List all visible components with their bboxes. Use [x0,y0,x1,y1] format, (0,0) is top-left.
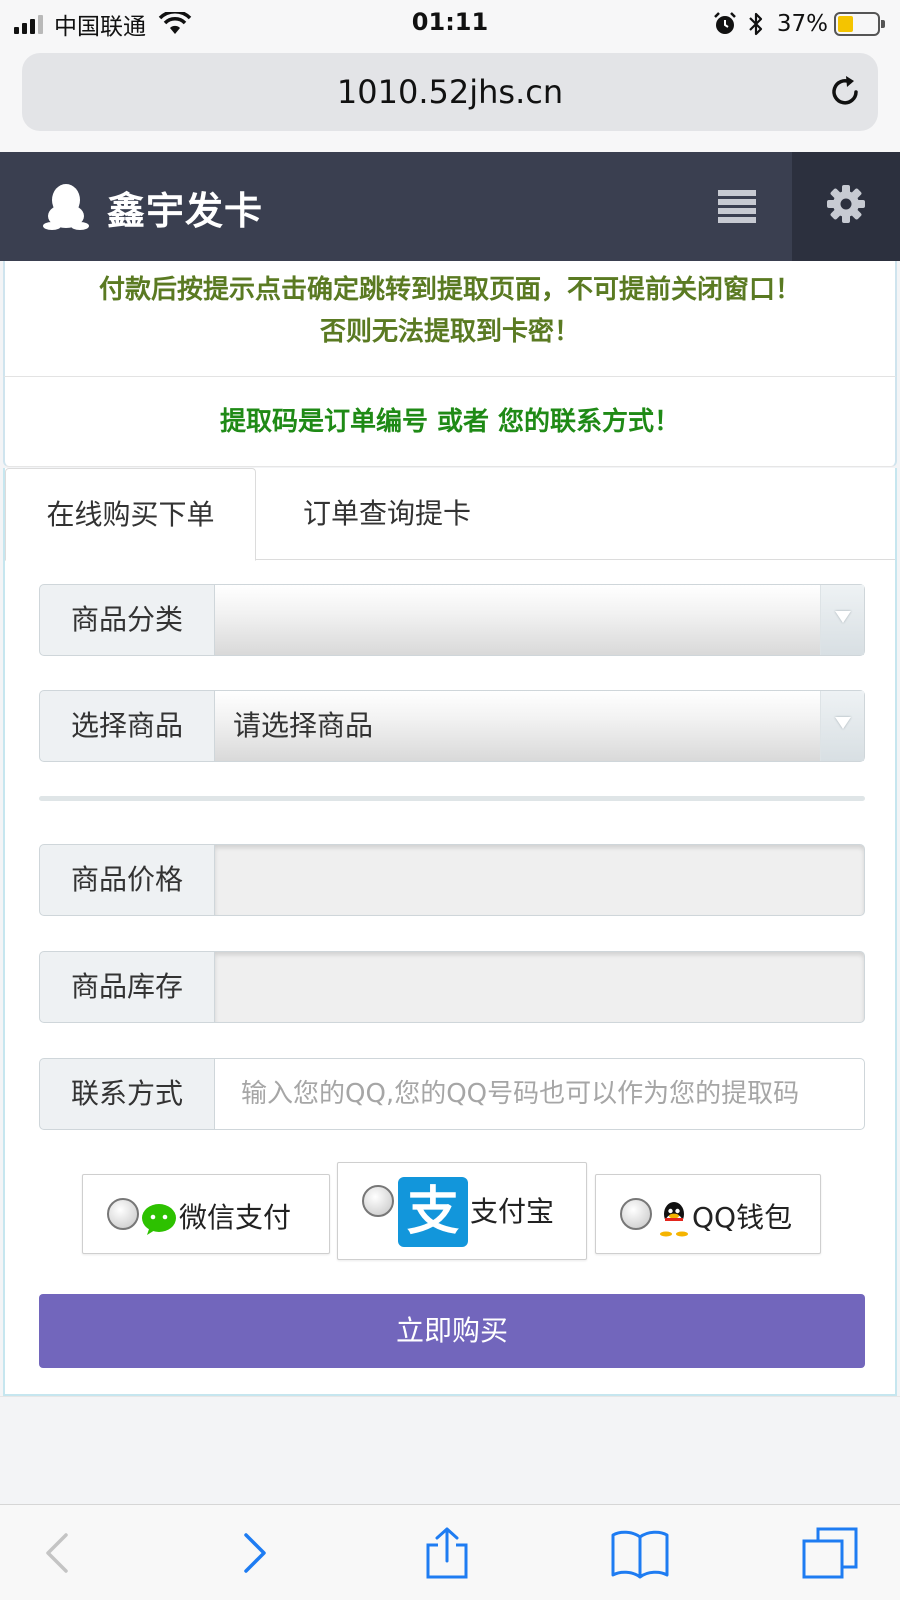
alipay-icon: 支 [398,1177,468,1247]
qq-wallet-radio[interactable] [620,1198,652,1230]
url-text: 1010.52jhs.cn [336,73,564,111]
qq-penguin-icon [660,1202,688,1237]
contact-row: 联系方式 [39,1058,865,1130]
product-select[interactable]: 请选择商品 [214,690,865,762]
category-row: 商品分类 [39,584,865,656]
site-header: 鑫宇发卡 [0,152,900,261]
qq-wallet-label: QQ钱包 [692,1201,793,1234]
share-icon[interactable] [422,1527,472,1579]
tab-bar: 在线购买下单 订单查询提卡 [5,468,895,561]
contact-input[interactable] [215,1059,864,1129]
contact-field-wrapper [214,1058,865,1130]
extract-code-notice: 提取码是订单编号 或者 您的联系方式！ [3,377,897,467]
battery-icon [834,12,886,36]
price-field [214,844,865,916]
wechat-pay-label: 微信支付 [179,1201,292,1234]
buy-now-button[interactable]: 立即购买 [39,1294,865,1368]
gear-icon [827,185,865,223]
alipay-label: 支付宝 [470,1195,555,1228]
price-label: 商品价格 [39,844,215,916]
payment-notice: 付款后按提示点击确定跳转到提取页面，不可提前关闭窗口！ 否则无法提取到卡密！ [3,261,897,377]
site-brand: 鑫宇发卡 [107,189,264,233]
chevron-down-icon [820,691,864,761]
bluetooth-icon [749,12,762,36]
qq-penguin-logo-icon [43,184,89,230]
wechat-pay-option[interactable]: 微信支付 [82,1174,330,1254]
category-label: 商品分类 [39,584,215,656]
back-arrow-icon[interactable] [42,1527,72,1579]
battery-percent: 37% [776,11,828,37]
stock-row: 商品库存 [39,951,865,1023]
wechat-icon [142,1204,176,1235]
browser-address-area: 1010.52jhs.cn [0,48,900,152]
payment-notice-line2: 否则无法提取到卡密！ [319,317,580,347]
category-select[interactable] [214,584,865,656]
reload-icon[interactable] [826,73,864,111]
tabs-icon[interactable] [802,1527,858,1579]
alarm-icon [713,12,736,34]
browser-toolbar [0,1504,900,1600]
tab-order-query[interactable]: 订单查询提卡 [256,468,518,560]
stock-field [214,951,865,1023]
qq-wallet-option[interactable]: QQ钱包 [595,1174,821,1254]
wechat-pay-radio[interactable] [107,1198,139,1230]
alipay-radio[interactable] [362,1185,394,1217]
product-label: 选择商品 [39,690,215,762]
status-bar: 中国联通 01:11 37% [0,0,900,48]
menu-icon[interactable] [718,188,756,224]
contact-label: 联系方式 [39,1058,215,1130]
bookmarks-icon[interactable] [610,1527,670,1579]
settings-button[interactable] [792,152,900,261]
forward-arrow-icon[interactable] [240,1527,270,1579]
form-divider [39,796,865,801]
order-panel: 在线购买下单 订单查询提卡 商品分类 选择商品 请选择商品 商品价格 商品库存 … [3,468,897,1396]
page-bottom-space [0,1396,900,1504]
product-selected-value: 请选择商品 [233,709,374,742]
product-row: 选择商品 请选择商品 [39,690,865,762]
stock-label: 商品库存 [39,951,215,1023]
tab-online-purchase[interactable]: 在线购买下单 [5,468,256,561]
address-bar[interactable]: 1010.52jhs.cn [22,53,878,131]
alipay-option[interactable]: 支 支付宝 [337,1162,587,1260]
chevron-down-icon [820,585,864,655]
price-row: 商品价格 [39,844,865,916]
payment-notice-line1: 付款后按提示点击确定跳转到提取页面，不可提前关闭窗口！ [98,275,801,305]
